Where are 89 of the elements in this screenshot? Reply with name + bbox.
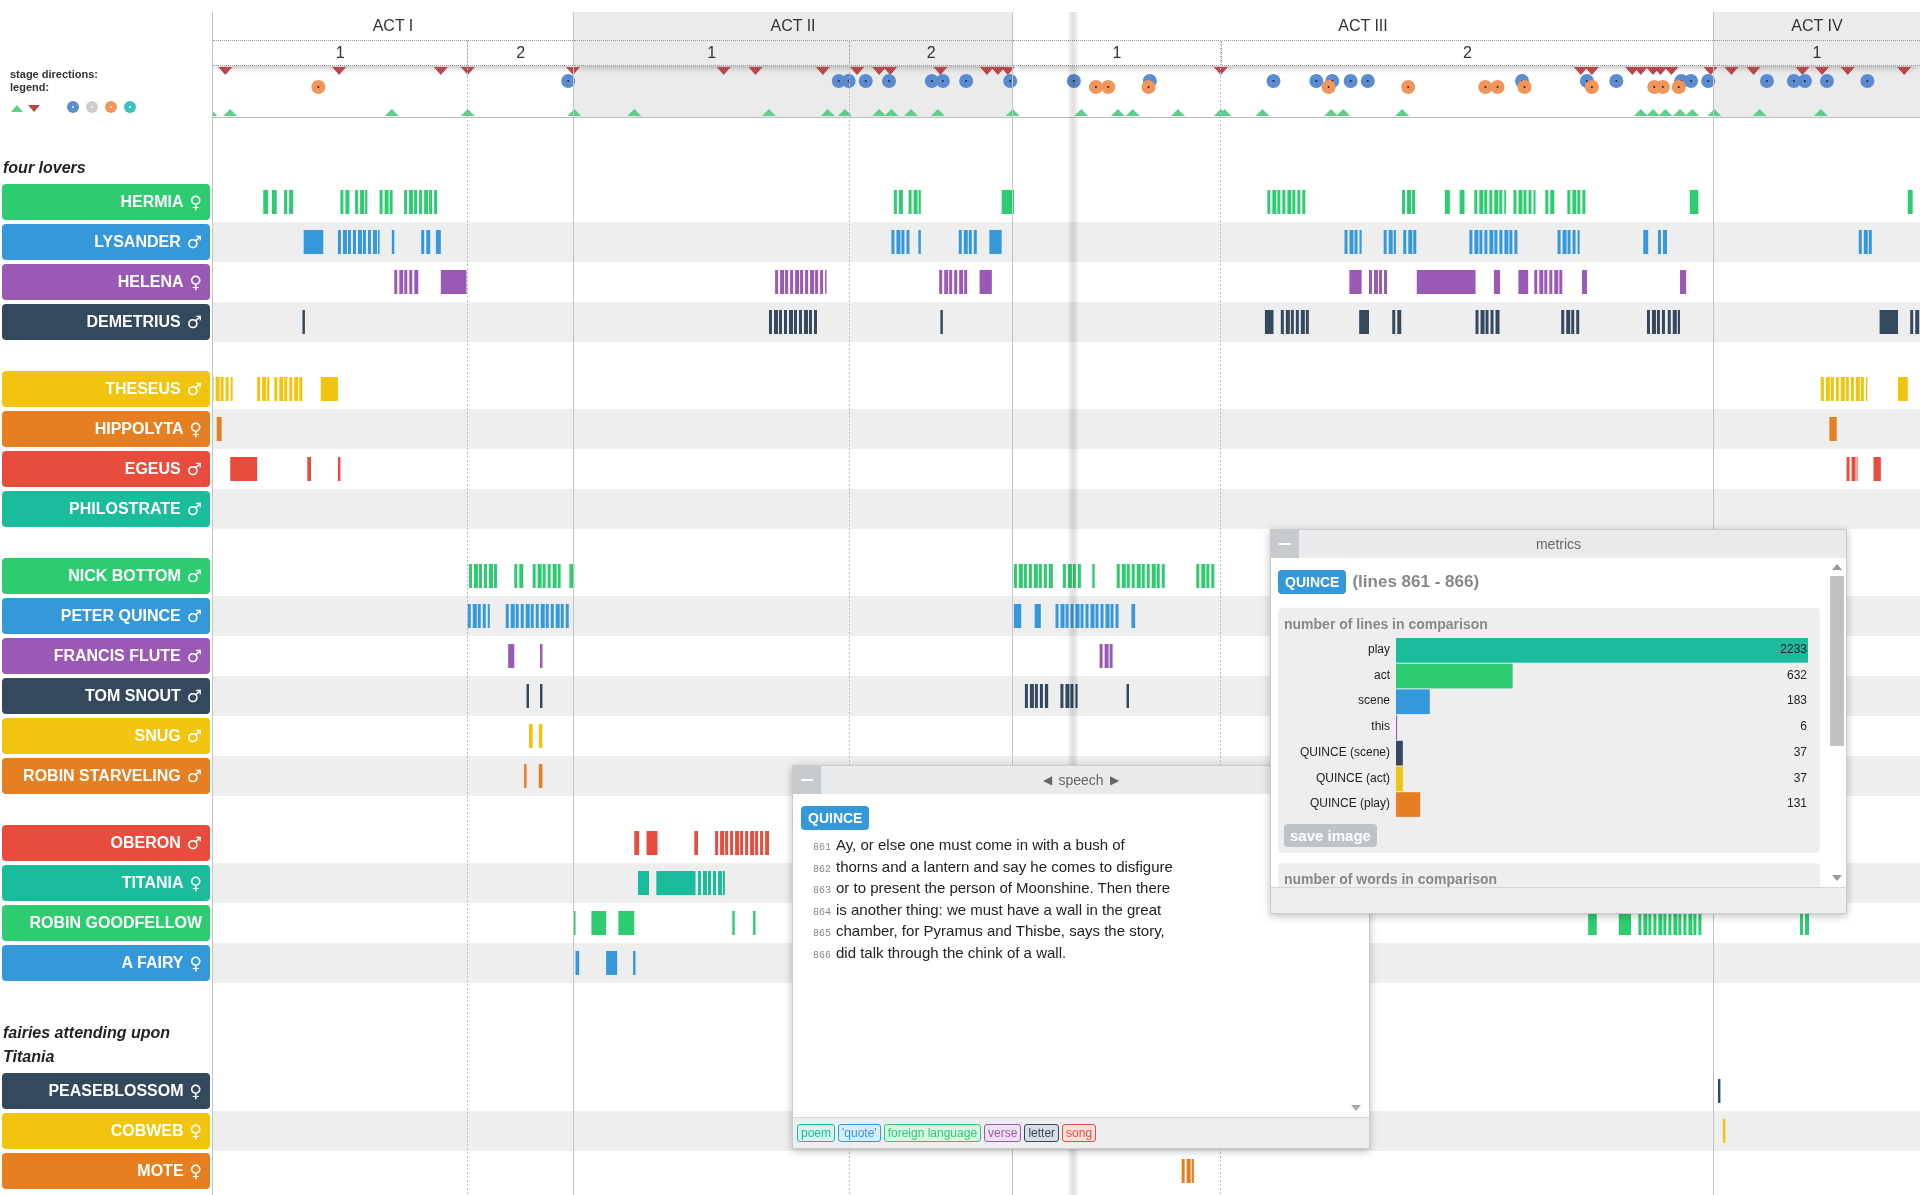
character-name: DEMETRIUS	[86, 313, 181, 331]
character-name: A FAIRY	[121, 954, 184, 972]
gender-symbol: ♀	[189, 953, 202, 973]
category-label: act	[1374, 667, 1390, 682]
scene-number: 2	[467, 41, 573, 65]
character-name: OBERON	[110, 834, 181, 852]
gender-symbol: ♀	[189, 1161, 202, 1181]
gender-symbol: ♂	[186, 646, 202, 666]
category-label: QUINCE (scene)	[1299, 744, 1390, 759]
panel-title: speech	[1058, 772, 1104, 788]
value-label: 6	[1800, 719, 1807, 734]
line-number: 864	[812, 906, 832, 918]
value-label: 37	[1793, 744, 1807, 759]
speech-line: or to present the person of Moonshine. Then there	[836, 879, 1171, 897]
group-heading: fairies attending upon Titania	[2, 1023, 172, 1067]
category-label: QUINCE (act)	[1316, 770, 1390, 785]
gender-symbol: ♂	[186, 766, 202, 786]
character-name: NICK BOTTOM	[68, 567, 181, 585]
speech-line: chamber, for Pyramus and Thisbe, says the story,	[836, 922, 1165, 940]
value-label: 37	[1793, 770, 1807, 785]
character-name: TOM SNOUT	[85, 687, 181, 705]
gender-symbol: ♂	[186, 566, 202, 586]
legend-label: legend:	[10, 81, 51, 94]
character-name: COBWEB	[110, 1122, 184, 1140]
group-heading: four lovers	[2, 158, 87, 178]
category-label: QUINCE (play)	[1310, 796, 1390, 811]
gender-symbol: ♀	[189, 419, 202, 439]
scene-number: 1	[334, 43, 346, 63]
gender-symbol: ♂	[186, 606, 202, 626]
category-label: this	[1371, 719, 1390, 734]
gender-symbol: ♂	[186, 232, 202, 252]
speech-line: thorns and a lantern and say he comes to disfigure	[836, 857, 1173, 875]
value-label: 2233	[1780, 642, 1807, 656]
scene-number: 1	[1811, 43, 1823, 63]
value-label: 131	[1786, 796, 1807, 811]
character-name: PETER QUINCE	[60, 607, 181, 625]
gender-symbol: ♂	[186, 726, 202, 746]
gender-symbol: ♂	[186, 499, 202, 519]
gender-symbol: ♀	[189, 1121, 202, 1141]
speaker-badge: QUINCE	[1278, 570, 1347, 594]
character-name: HIPPOLYTA	[94, 420, 184, 438]
character-name: THESEUS	[105, 380, 181, 398]
character-name: HELENA	[117, 273, 184, 291]
line-number: 865	[812, 928, 832, 940]
line-range: (lines 861 - 866)	[1352, 572, 1480, 592]
gender-symbol: ♀	[189, 1081, 202, 1101]
value-label: 183	[1786, 693, 1807, 708]
character-name: HERMIA	[120, 193, 184, 211]
speech-line: is another thing: we must have a wall in the great	[836, 900, 1162, 918]
character-name: PHILOSTRATE	[69, 500, 181, 518]
gender-symbol: ♂	[186, 833, 202, 853]
panel-title: metrics	[1535, 536, 1582, 552]
act-heading: ACT II	[574, 12, 1012, 41]
gender-symbol: ♂	[186, 312, 202, 332]
act-heading: ACT IV	[1714, 12, 1920, 41]
stage-directions-label: stage directions:	[10, 68, 100, 81]
gender-symbol: ♀	[189, 873, 202, 893]
gender-symbol: ♂	[186, 686, 202, 706]
category-label: scene	[1357, 693, 1390, 708]
line-number: 863	[812, 885, 832, 897]
scene-number: 2	[849, 41, 1012, 65]
act-heading: ACT III	[1013, 12, 1713, 41]
character-name: FRANCIS FLUTE	[53, 647, 181, 665]
character-name: SNUG	[134, 727, 181, 745]
character-name: MOTE	[137, 1162, 184, 1180]
section-title: number of words in comparison	[1284, 870, 1499, 887]
character-name: LYSANDER	[94, 233, 181, 251]
character-name: PEASEBLOSSOM	[48, 1082, 184, 1100]
speech-line: Ay, or else one must come in with a bush of	[836, 836, 1125, 853]
character-name: ROBIN GOODFELLOW	[29, 914, 202, 932]
speaker-badge: QUINCE	[801, 806, 870, 830]
line-number: 861	[812, 842, 832, 853]
section-title: number of lines in comparison	[1284, 615, 1489, 634]
scene-number: 1	[1111, 43, 1123, 63]
speech-line: did talk through the chink of a wall.	[836, 943, 1067, 961]
line-number: 866	[812, 949, 832, 961]
character-name: EGEUS	[124, 460, 181, 478]
scene-number: 2	[1220, 41, 1713, 65]
value-label: 632	[1786, 667, 1807, 682]
scene-number: 1	[706, 43, 718, 63]
gender-symbol: ♂	[186, 459, 202, 479]
act-heading: ACT I	[213, 12, 573, 41]
line-number: 862	[812, 863, 832, 875]
character-name: TITANIA	[121, 874, 184, 892]
gender-symbol: ♂	[186, 379, 202, 399]
gender-symbol: ♀	[189, 272, 202, 292]
gender-symbol: ♀	[189, 192, 202, 212]
character-name: ROBIN STARVELING	[23, 767, 181, 785]
category-label: play	[1368, 642, 1390, 656]
